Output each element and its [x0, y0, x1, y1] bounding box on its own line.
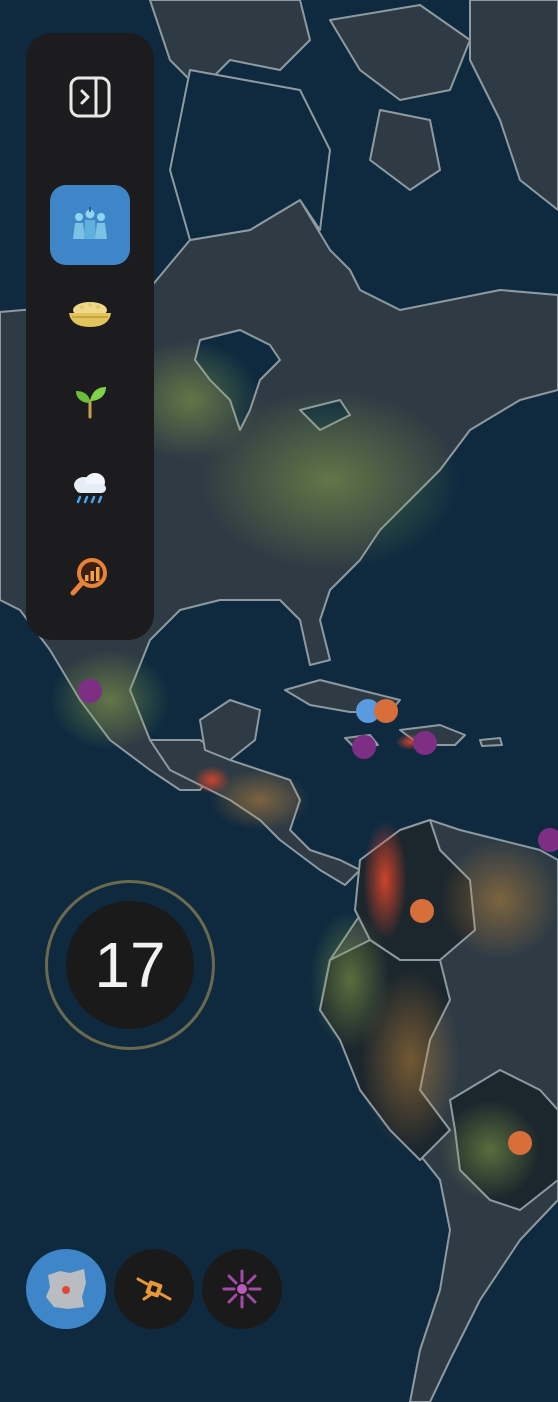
- map-marker[interactable]: [508, 1131, 532, 1155]
- seedling-icon: [76, 387, 106, 419]
- count-badge[interactable]: 17: [45, 880, 215, 1050]
- agriculture-layer-button[interactable]: [50, 361, 130, 441]
- events-view-button[interactable]: [202, 1249, 282, 1329]
- map-marker[interactable]: [374, 699, 398, 723]
- grain-bowl-icon: [69, 302, 111, 327]
- population-layer-button[interactable]: [50, 185, 130, 265]
- burst-icon: [222, 1269, 262, 1309]
- map-marker[interactable]: [410, 899, 434, 923]
- count-value: 17: [66, 901, 194, 1029]
- puerto-rico: [479, 737, 503, 747]
- magnifier-chart-icon: [70, 558, 107, 596]
- map-marker[interactable]: [352, 735, 376, 759]
- map-marker[interactable]: [538, 828, 558, 852]
- people-icon: [73, 207, 107, 239]
- satellite-view-button[interactable]: [114, 1249, 194, 1329]
- food-layer-button[interactable]: [50, 273, 130, 353]
- map-marker[interactable]: [78, 679, 102, 703]
- region-view-button[interactable]: [26, 1249, 106, 1329]
- panel-toggle-icon: [69, 76, 111, 118]
- weather-layer-button[interactable]: [50, 449, 130, 529]
- map-marker[interactable]: [413, 731, 437, 755]
- satellite-icon: [136, 1277, 172, 1301]
- layer-sidebar: [26, 33, 154, 640]
- region-map-icon: [46, 1269, 86, 1309]
- analysis-layer-button[interactable]: [50, 537, 130, 617]
- rain-cloud-icon: [74, 473, 106, 504]
- panel-toggle-button[interactable]: [50, 57, 130, 137]
